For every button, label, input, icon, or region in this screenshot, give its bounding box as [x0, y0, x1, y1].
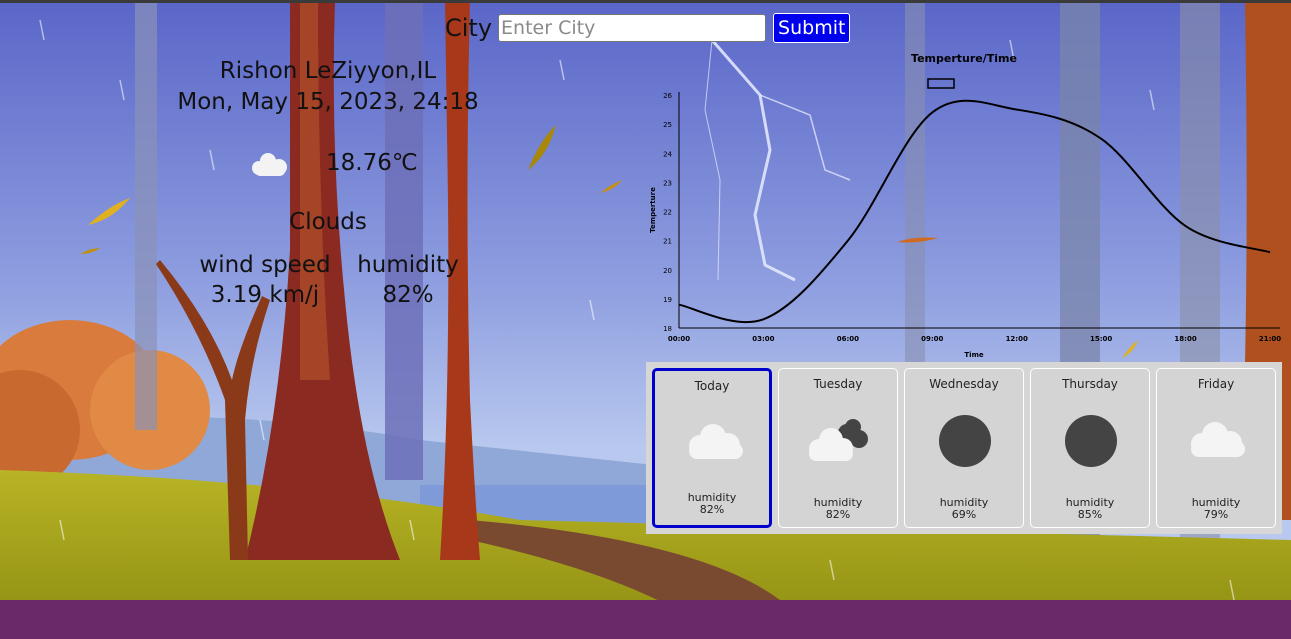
top-border [0, 0, 1291, 3]
chart-title: Temperture/Time [911, 52, 1017, 65]
x-tick-label: 15:00 [1090, 335, 1112, 343]
forecast-day-name: Today [694, 379, 730, 393]
wind-speed-label: wind speed [199, 252, 331, 278]
dark-circle-icon [1059, 413, 1123, 469]
x-tick-label: 21:00 [1259, 335, 1281, 343]
x-tick-label: 00:00 [668, 335, 690, 343]
city-input[interactable] [498, 14, 767, 42]
y-tick-label: 20 [663, 267, 672, 275]
chart-xlabel: Time [964, 351, 983, 359]
cloud-icon [683, 415, 747, 471]
humidity-value: 82% [382, 282, 434, 308]
forecast-day-name: Wednesday [929, 377, 999, 391]
city-label: City [445, 14, 493, 42]
legend-swatch [927, 78, 955, 89]
wind-speed-value: 3.19 km/j [210, 282, 320, 308]
broken-clouds-icon [807, 413, 871, 469]
forecast-panel: Today humidity 82% Tuesday humidity 82% Wednes… [646, 362, 1282, 534]
temperature-chart: Temperture/Time 18 19 20 21 22 23 24 25 26 00:00 0… [649, 52, 1281, 359]
x-tick-label: 18:00 [1174, 335, 1196, 343]
x-tick-label: 12:00 [1006, 335, 1028, 343]
forecast-day-card[interactable]: Today humidity 82% [652, 368, 772, 528]
y-tick-label: 22 [663, 209, 672, 217]
forecast-day-card[interactable]: Thursday humidity 85% [1030, 368, 1150, 528]
y-tick-label: 24 [663, 150, 672, 158]
chart-ylabel: Temperture [649, 187, 657, 233]
forecast-humidity-value: 82% [825, 508, 851, 521]
forecast-day-card[interactable]: Friday humidity 79% [1156, 368, 1276, 528]
y-tick-label: 23 [663, 179, 672, 187]
y-tick-label: 25 [663, 121, 672, 129]
forecast-day-card[interactable]: Wednesday humidity 69% [904, 368, 1024, 528]
y-tick-label: 19 [663, 296, 672, 304]
dark-circle-icon [933, 413, 997, 469]
submit-button[interactable]: Submit [773, 13, 851, 43]
forecast-day-card[interactable]: Tuesday humidity 82% [778, 368, 898, 528]
y-tick-label: 21 [663, 238, 672, 246]
forecast-humidity-value: 79% [1203, 508, 1229, 521]
forecast-humidity-value: 82% [699, 503, 725, 516]
forecast-day-name: Thursday [1062, 377, 1118, 391]
temperature-series-line [678, 99, 1271, 324]
y-tick-label: 26 [663, 92, 672, 100]
wind-speed: wind speed 3.19 km/j [190, 250, 340, 310]
y-tick-label: 18 [663, 325, 672, 333]
forecast-day-name: Tuesday [813, 377, 863, 391]
location-name: Rishon LeZiyyon,IL [219, 58, 437, 84]
humidity: humidity 82% [350, 250, 466, 310]
weather-condition: Clouds [289, 209, 367, 235]
forecast-humidity-value: 85% [1077, 508, 1103, 521]
cloud-icon [249, 150, 291, 184]
current-temperature: 18.76℃ [326, 150, 418, 176]
cloud-icon [1185, 413, 1249, 469]
forecast-day-name: Friday [1197, 377, 1235, 391]
humidity-label: humidity [357, 252, 459, 278]
current-datetime: Mon, May 15, 2023, 24:18 [177, 89, 479, 115]
x-tick-label: 06:00 [837, 335, 859, 343]
forecast-humidity-value: 69% [951, 508, 977, 521]
x-tick-label: 03:00 [752, 335, 774, 343]
x-tick-label: 09:00 [921, 335, 943, 343]
